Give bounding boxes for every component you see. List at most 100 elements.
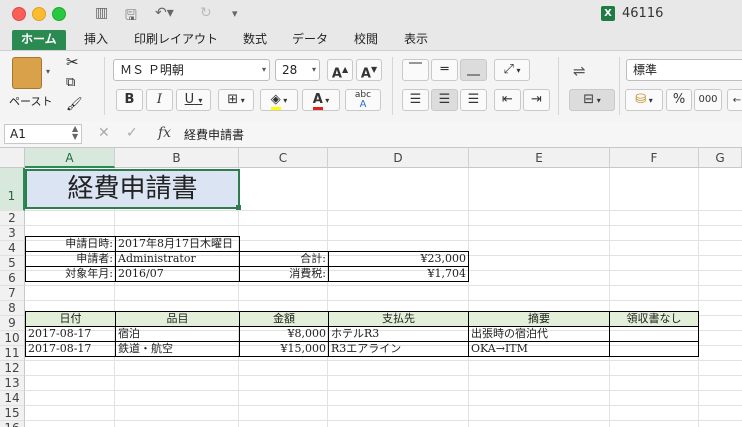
tax-label[interactable]: 消費税: xyxy=(239,266,329,282)
copy-icon[interactable]: ⧉ xyxy=(66,75,75,90)
tab-formulas[interactable]: 数式 xyxy=(243,30,267,50)
select-all-corner[interactable] xyxy=(0,148,25,168)
row-header[interactable]: 11 xyxy=(0,346,25,361)
row-header[interactable]: 8 xyxy=(0,301,25,316)
table-header-payee[interactable]: 支払先 xyxy=(328,311,469,327)
table-cell[interactable]: 2017-08-17 xyxy=(25,341,116,357)
table-cell[interactable]: R3エアライン xyxy=(328,341,469,357)
cut-icon[interactable]: ✂ xyxy=(66,53,79,71)
tab-insert[interactable]: 挿入 xyxy=(84,30,108,50)
tab-view[interactable]: 表示 xyxy=(404,30,428,50)
row-header[interactable]: 14 xyxy=(0,391,25,406)
table-cell[interactable] xyxy=(609,341,699,357)
target-month-label[interactable]: 対象年月: xyxy=(25,266,116,282)
borders-button[interactable]: ⊞ ▾ xyxy=(218,89,254,111)
table-header-amount[interactable]: 金額 xyxy=(239,311,329,327)
table-header-no-receipt[interactable]: 領収書なし xyxy=(609,311,699,327)
column-header-b[interactable]: B xyxy=(115,148,239,168)
paste-dropdown-icon[interactable]: ▾ xyxy=(46,67,50,76)
column-header-a[interactable]: A xyxy=(25,148,115,168)
row-header[interactable]: 12 xyxy=(0,361,25,376)
formula-input[interactable]: 経費申請書 xyxy=(184,126,244,143)
phonetic-guide-button[interactable]: abc A xyxy=(345,89,381,111)
row-header[interactable]: 4 xyxy=(0,241,25,256)
insert-function-button[interactable]: fx xyxy=(158,125,171,141)
accounting-format-button[interactable]: ⛁ ▾ xyxy=(625,89,663,111)
sidebar-toggle-icon[interactable]: ▥ xyxy=(95,5,108,21)
apply-date-label[interactable]: 申請日時: xyxy=(25,236,116,252)
name-box-stepper-icon[interactable]: ▲ ▼ xyxy=(72,125,78,141)
table-cell[interactable] xyxy=(609,326,699,342)
grow-font-button[interactable]: A▲ xyxy=(327,59,353,81)
row-header[interactable]: 6 xyxy=(0,271,25,286)
table-cell[interactable]: ¥8,000 xyxy=(239,326,329,342)
row-header[interactable]: 2 xyxy=(0,211,25,226)
align-bottom-button[interactable]: ⎽ xyxy=(460,59,487,81)
apply-date-value[interactable]: 2017年8月17日木曜日 xyxy=(115,236,240,252)
total-value[interactable]: ¥23,000 xyxy=(328,251,469,267)
table-cell[interactable]: ¥15,000 xyxy=(239,341,329,357)
column-header-e[interactable]: E xyxy=(469,148,610,168)
customize-toolbar-icon[interactable]: ▾ xyxy=(232,7,238,20)
total-label[interactable]: 合計: xyxy=(239,251,329,267)
tax-value[interactable]: ¥1,704 xyxy=(328,266,469,282)
format-painter-icon[interactable]: 🖌 xyxy=(66,97,83,112)
orientation-button[interactable]: ⤢ ▾ xyxy=(494,59,530,81)
align-left-button[interactable]: ☰ xyxy=(402,89,429,111)
decrease-indent-button[interactable]: ⇤ xyxy=(494,89,521,111)
spreadsheet-grid[interactable]: A B C D E F G 1 2 3 4 5 6 7 8 9 10 11 12… xyxy=(0,148,742,427)
table-cell[interactable]: 鉄道・航空 xyxy=(115,341,240,357)
row-header[interactable]: 13 xyxy=(0,376,25,391)
number-format-select[interactable]: 標準 xyxy=(626,59,742,81)
underline-button[interactable]: U ▾ xyxy=(176,89,211,111)
tab-data[interactable]: データ xyxy=(292,30,328,50)
row-header[interactable]: 10 xyxy=(0,331,25,346)
row-header[interactable]: 1 xyxy=(0,168,25,211)
close-window-button[interactable] xyxy=(12,7,26,21)
row-header[interactable]: 9 xyxy=(0,316,25,331)
target-month-value[interactable]: 2016/07 xyxy=(115,266,240,282)
wrap-text-icon[interactable]: ⇌ xyxy=(573,62,586,80)
comma-style-button[interactable]: 000 xyxy=(694,89,722,111)
align-top-button[interactable]: ⎺ xyxy=(402,59,429,81)
tab-home[interactable]: ホーム xyxy=(12,30,66,50)
sheet-title-cell[interactable]: 経費申請書 xyxy=(25,169,240,209)
row-header[interactable]: 15 xyxy=(0,406,25,421)
table-cell[interactable]: 宿泊 xyxy=(115,326,240,342)
undo-icon[interactable]: ↶▾ xyxy=(155,5,174,21)
save-icon[interactable]: 🖫 xyxy=(125,5,137,29)
table-header-date[interactable]: 日付 xyxy=(25,311,116,327)
bold-button[interactable]: B xyxy=(116,89,143,111)
increase-indent-button[interactable]: ⇥ xyxy=(523,89,550,111)
table-cell[interactable]: OKA→ITM xyxy=(468,341,610,357)
paste-label[interactable]: ペースト xyxy=(9,93,52,109)
row-header[interactable]: 16 xyxy=(0,421,25,427)
minimize-window-button[interactable] xyxy=(32,7,46,21)
table-cell[interactable]: 2017-08-17 xyxy=(25,326,116,342)
paste-icon[interactable] xyxy=(12,57,42,89)
column-header-f[interactable]: F xyxy=(610,148,699,168)
row-header[interactable]: 3 xyxy=(0,226,25,241)
column-header-c[interactable]: C xyxy=(239,148,328,168)
italic-button[interactable]: I xyxy=(146,89,173,111)
align-middle-button[interactable]: ═ xyxy=(431,59,458,81)
name-box[interactable]: A1 xyxy=(4,124,82,144)
tab-review[interactable]: 校閲 xyxy=(354,30,378,50)
increase-decimal-button[interactable]: ← xyxy=(727,89,742,111)
zoom-window-button[interactable] xyxy=(52,7,66,21)
merge-center-button[interactable]: ⊟ ▾ xyxy=(569,89,615,111)
font-name-select[interactable]: ＭＳ Ｐ明朝 ▾ xyxy=(113,59,270,81)
align-center-button[interactable]: ☰ xyxy=(431,89,458,111)
table-header-item[interactable]: 品目 xyxy=(115,311,240,327)
column-header-d[interactable]: D xyxy=(328,148,469,168)
align-right-button[interactable]: ☰ xyxy=(460,89,487,111)
applicant-label[interactable]: 申請者: xyxy=(25,251,116,267)
fill-handle[interactable] xyxy=(236,205,241,210)
font-color-button[interactable]: A ▾ xyxy=(302,89,340,111)
fill-color-button[interactable]: ◈ ▾ xyxy=(260,89,298,111)
row-header[interactable]: 7 xyxy=(0,286,25,301)
font-size-select[interactable]: 28 ▾ xyxy=(275,59,320,81)
tab-page-layout[interactable]: 印刷レイアウト xyxy=(134,30,218,50)
shrink-font-button[interactable]: A▼ xyxy=(356,59,382,81)
applicant-value[interactable]: Administrator xyxy=(115,251,240,267)
